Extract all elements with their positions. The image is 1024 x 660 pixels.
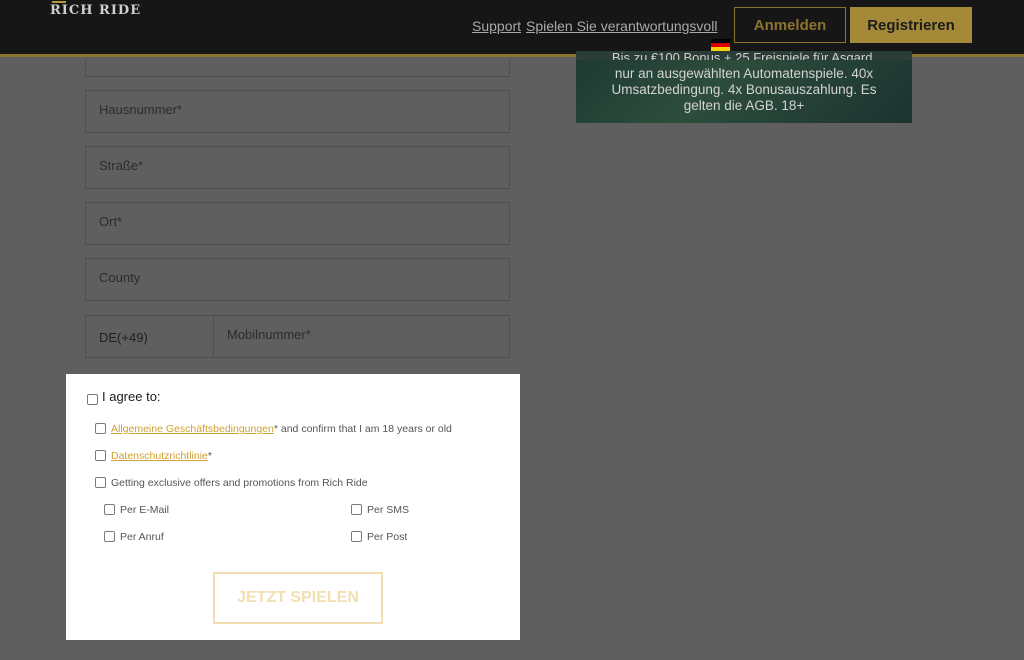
previous-field[interactable] [85,60,510,77]
phone-field: DE(+49) Mobilnummer* [85,315,510,358]
terms-suffix: * and confirm that I am 18 years or old [273,423,452,435]
mobile-number-input[interactable]: Mobilnummer* [227,327,311,342]
terms-link[interactable]: Allgemeine Geschäftsbedingungen [111,423,274,435]
privacy-checkbox[interactable] [95,450,106,461]
play-now-button[interactable]: JETZT SPIELEN [213,572,383,624]
email-checkbox[interactable] [104,504,115,515]
germany-flag-icon[interactable] [711,39,730,51]
post-checkbox[interactable] [351,531,362,542]
street-field[interactable]: Straße* [85,146,510,189]
responsible-gaming-link[interactable]: Spielen Sie verantwortungsvoll [526,18,717,34]
logo-text: RICH RIDE [50,3,142,18]
privacy-text: Datenschutzrichtlinie* [111,450,212,462]
support-link[interactable]: Support [472,18,521,34]
sms-checkbox[interactable] [351,504,362,515]
privacy-suffix: * [207,450,212,462]
privacy-link[interactable]: Datenschutzrichtlinie [111,450,208,462]
offers-checkbox[interactable] [95,477,106,488]
house-number-placeholder: Hausnummer* [99,102,183,117]
login-button[interactable]: Anmelden [734,7,846,43]
post-label: Per Post [367,531,408,543]
rich-ride-logo[interactable]: RICH RIDE [50,1,142,18]
promo-line: Umsatzbedingung. 4x Bonusauszahlung. Es [611,82,877,97]
street-placeholder: Straße* [99,158,144,173]
site-header: RICH RIDE Support Spielen Sie verantwort… [0,0,1024,57]
terms-text: Allgemeine Geschäftsbedingungen* and con… [111,423,452,435]
promo-line: nur an ausgewählten Automatenspiele. 40x [614,66,874,81]
agreement-panel: I agree to: Allgemeine Geschäftsbedingun… [66,374,520,640]
register-button[interactable]: Registrieren [850,7,972,43]
agree-all-checkbox[interactable] [87,394,98,405]
email-label: Per E-Mail [120,504,170,516]
agree-title: I agree to: [102,389,161,404]
sms-label: Per SMS [367,504,410,516]
offers-label: Getting exclusive offers and promotions … [111,477,368,489]
city-placeholder: Ort* [99,214,123,229]
county-field[interactable]: County [85,258,510,301]
city-field[interactable]: Ort* [85,202,510,245]
crown-icon [52,1,66,5]
call-label: Per Anruf [120,531,164,543]
promo-line: gelten die AGB. 18+ [683,98,805,113]
house-number-field[interactable]: Hausnummer* [85,90,510,133]
terms-checkbox[interactable] [95,423,106,434]
country-code-select[interactable]: DE(+49) [99,330,148,345]
promo-banner: nur an ausgewählten Automatenspiele. 40x… [576,60,912,123]
county-placeholder: County [99,270,141,285]
phone-divider [213,316,214,357]
call-checkbox[interactable] [104,531,115,542]
